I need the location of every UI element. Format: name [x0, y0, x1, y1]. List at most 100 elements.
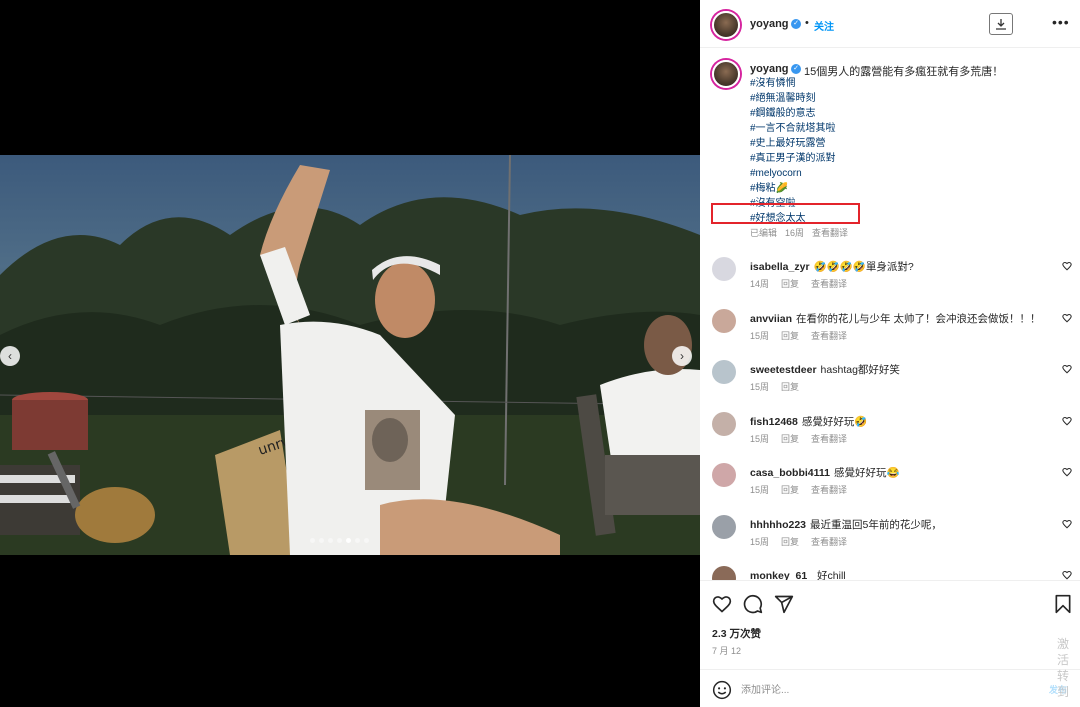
caption-age: 16周	[785, 228, 805, 238]
commenter-avatar[interactable]	[712, 360, 736, 384]
caption-meta: 已编辑 16周 查看翻译	[750, 226, 856, 239]
post-actions: 2.3 万次赞 7 月 12 发布 激活 转到	[700, 580, 1080, 707]
commenter-avatar[interactable]	[712, 257, 736, 281]
post-header: yoyang ✓ • 关注 •••	[700, 0, 1080, 48]
hashtag-link[interactable]: #史上最好玩露營	[750, 137, 836, 152]
comment-text: hashtag都好好笑	[820, 364, 900, 376]
comment-age: 15周	[750, 433, 770, 444]
comment-body: fish12468 感覺好好玩🤣	[750, 414, 867, 429]
reply-button[interactable]: 回复	[781, 537, 799, 547]
comment-item: hhhhho223 最近重温回5年前的花少呢， 15周 回复 查看翻译	[700, 513, 1080, 561]
heart-icon[interactable]	[712, 594, 732, 614]
commenter-username[interactable]: isabella_zyr	[750, 261, 810, 273]
commenter-username[interactable]: casa_bobbi4111	[750, 467, 830, 479]
see-translation-link[interactable]: 查看翻译	[811, 331, 847, 341]
like-count[interactable]: 2.3 万次赞	[712, 626, 761, 641]
more-options-icon[interactable]: •••	[1052, 14, 1070, 30]
system-watermark: 激活 转到	[1057, 636, 1080, 700]
reply-button[interactable]: 回复	[781, 279, 799, 289]
reply-button[interactable]: 回复	[781, 434, 799, 444]
comment-input[interactable]	[741, 681, 1021, 699]
comment-like-heart-icon[interactable]	[1062, 313, 1072, 323]
comment-age: 15周	[750, 382, 770, 392]
hashtag-link[interactable]: #一言不合就塔其啦	[750, 122, 836, 137]
carousel-dot	[310, 538, 315, 543]
commenter-avatar[interactable]	[712, 566, 736, 580]
comment-age: 15周	[750, 536, 770, 547]
commenter-avatar[interactable]	[712, 463, 736, 487]
reply-button[interactable]: 回复	[781, 485, 799, 495]
comments-list[interactable]: yoyang ✓ 15個男人的露營能有多瘋狂就有多荒唐！ #沒有憐惘 #絕無溫馨時…	[700, 48, 1080, 580]
reply-button[interactable]: 回复	[781, 382, 799, 392]
instagram-post-view: unrv. ‹ › yoyang ✓ • 关注 ••• yoyang ✓ 15個…	[0, 0, 1080, 707]
commenter-username[interactable]: anvviian	[750, 313, 792, 325]
comment-body: sweetestdeer hashtag都好好笑	[750, 362, 900, 377]
hashtag-link[interactable]: #梅粘🌽	[750, 182, 836, 197]
hashtag-link[interactable]: #鋼鐵般的意志	[750, 107, 836, 122]
download-button[interactable]	[989, 13, 1013, 35]
chevron-left-icon: ‹	[8, 349, 12, 363]
hashtag-link[interactable]: #絕無溫馨時刻	[750, 92, 836, 107]
author-avatar[interactable]	[712, 11, 740, 39]
carousel-prev-button[interactable]: ‹	[0, 346, 20, 366]
emoji-icon[interactable]	[712, 680, 732, 700]
carousel-dot	[346, 538, 351, 543]
watermark-line-1: 激活	[1057, 637, 1070, 667]
commenter-username[interactable]: hhhhho223	[750, 519, 806, 531]
comment-meta: 15周 回复 查看翻译	[750, 483, 859, 496]
comment-item: anvviian 在看你的花儿与少年 太帅了！会冲浪还会做饭！！！ 15周 回复 查看翻…	[700, 307, 1080, 355]
share-icon[interactable]	[774, 594, 794, 614]
comment-item: isabella_zyr 🤣🤣🤣🤣單身派對? 14周 回复 查看翻译	[700, 255, 1080, 303]
post-side-panel: yoyang ✓ • 关注 ••• yoyang ✓ 15個男人的露營能有多瘋狂…	[700, 0, 1080, 707]
comment-like-heart-icon[interactable]	[1062, 570, 1072, 580]
comment-like-heart-icon[interactable]	[1062, 364, 1072, 374]
hashtag-link[interactable]: #melyocorn	[750, 167, 836, 182]
see-translation-link[interactable]: 查看翻译	[811, 279, 847, 289]
carousel-indicator	[310, 538, 369, 543]
comment-body: casa_bobbi4111 感覺好好玩😂	[750, 465, 900, 480]
comment-body: isabella_zyr 🤣🤣🤣🤣單身派對?	[750, 259, 914, 274]
comment-icon[interactable]	[743, 594, 763, 614]
see-translation-link[interactable]: 查看翻译	[811, 485, 847, 495]
comment-meta: 15周 回复	[750, 380, 811, 393]
follow-button[interactable]: 关注	[814, 18, 834, 33]
comment-age: 14周	[750, 279, 770, 289]
carousel-dot	[328, 538, 333, 543]
reply-button[interactable]: 回复	[781, 331, 799, 341]
commenter-avatar[interactable]	[712, 308, 736, 333]
caption-username[interactable]: yoyang	[750, 63, 789, 75]
comment-meta: 15周 回复 查看翻译	[750, 329, 859, 342]
caption-avatar[interactable]	[712, 60, 740, 88]
comment-text: 🤣🤣🤣🤣單身派對?	[813, 261, 914, 273]
comment-like-heart-icon[interactable]	[1062, 416, 1072, 426]
comment-text: 好chill	[817, 570, 846, 580]
commenter-avatar[interactable]	[712, 411, 736, 436]
download-icon	[996, 19, 1006, 30]
comment-meta: 15周 回复 查看翻译	[750, 535, 859, 548]
carousel-next-button[interactable]: ›	[672, 346, 692, 366]
author-username[interactable]: yoyang	[750, 18, 789, 30]
see-translation-link[interactable]: 查看翻译	[812, 228, 848, 238]
carousel-dot	[355, 538, 360, 543]
comment-item: monkey_61_ 好chill	[700, 564, 1080, 580]
comment-text: 感覺好好玩😂	[833, 467, 900, 479]
post-date: 7 月 12	[712, 646, 742, 656]
comment-body: hhhhho223 最近重温回5年前的花少呢，	[750, 517, 942, 532]
edited-label: 已编辑	[750, 228, 778, 238]
see-translation-link[interactable]: 查看翻译	[811, 537, 847, 547]
commenter-avatar[interactable]	[712, 514, 736, 539]
comment-like-heart-icon[interactable]	[1062, 261, 1072, 271]
hashtag-link[interactable]: #真正男子漢的派對	[750, 152, 836, 167]
comment-meta: 15周 回复 查看翻译	[750, 432, 859, 445]
comment-like-heart-icon[interactable]	[1062, 519, 1072, 529]
commenter-username[interactable]: sweetestdeer	[750, 364, 817, 376]
see-translation-link[interactable]: 查看翻译	[811, 434, 847, 444]
carousel-dot	[337, 538, 342, 543]
bookmark-icon[interactable]	[1054, 594, 1072, 614]
commenter-username[interactable]: monkey_61_	[750, 570, 813, 580]
commenter-username[interactable]: fish12468	[750, 416, 798, 428]
post-photo: unrv.	[0, 155, 700, 555]
carousel-dot	[364, 538, 369, 543]
comment-like-heart-icon[interactable]	[1062, 467, 1072, 477]
hashtag-link[interactable]: #沒有憐惘	[750, 77, 836, 92]
